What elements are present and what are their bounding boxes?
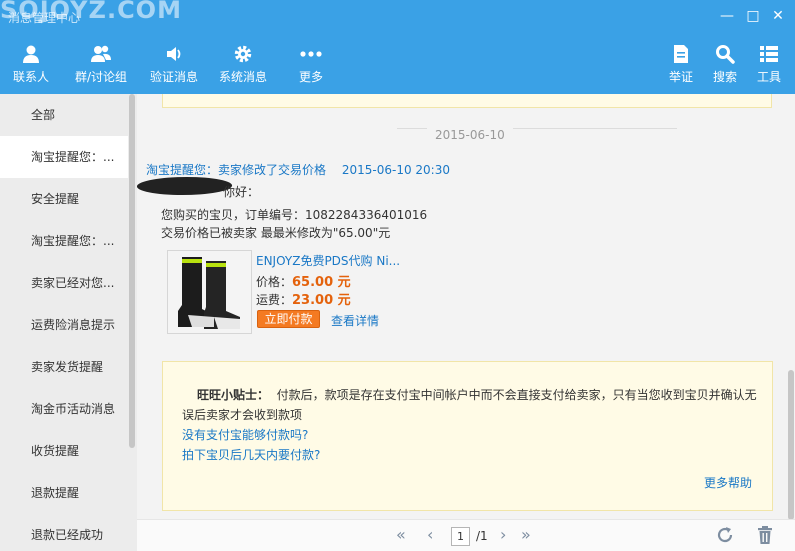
date-label: 2015-06-10 <box>427 128 513 142</box>
toolbar-report[interactable]: 举证 <box>663 34 699 94</box>
contact-icon <box>23 45 39 63</box>
prev-page-icon[interactable]: ‹ <box>427 526 433 544</box>
tools-icon <box>760 46 778 62</box>
toolbar-system[interactable]: 系统消息 <box>214 34 272 94</box>
message-category-sidebar: 全部 淘宝提醒您：... 安全提醒 淘宝提醒您：... 卖家已经对您... 运费… <box>0 94 137 551</box>
toolbar-label: 验证消息 <box>149 70 198 84</box>
sidebar-item-all[interactable]: 全部 <box>0 94 128 136</box>
main-toolbar: 联系人 群/讨论组 验证消息 系统消息 更多 举证 搜索 工具 <box>0 34 795 94</box>
order-number-text: 您购买的宝贝，订单编号：1082284336401016 <box>161 208 428 222</box>
sidebar-item-coins[interactable]: 淘金币活动消息 <box>0 388 128 430</box>
pagination-bar: « ‹ 1 /1 › » <box>137 519 795 551</box>
toolbar-tools[interactable]: 工具 <box>751 34 787 94</box>
message-panel: 2015-06-10 淘宝提醒您：卖家修改了交易价格 2015-06-10 20… <box>137 94 795 519</box>
speaker-icon <box>167 47 181 61</box>
sidebar-item-receipt[interactable]: 收货提醒 <box>0 430 128 472</box>
gear-icon <box>234 45 252 63</box>
toolbar-label: 搜索 <box>712 70 737 84</box>
tip-body: 付款后，款项是存在支付宝中间帐户中而不会直接支付给卖家，只有当您收到宝贝并确认无… <box>182 388 757 422</box>
previous-tip-box <box>162 94 772 108</box>
more-help-link[interactable]: 更多帮助 <box>704 474 752 491</box>
shipping-label: 运费： <box>256 293 293 307</box>
title-bar: 消息管理中心 SOJOYZ.COM — □ ✕ <box>0 0 795 34</box>
minimize-button[interactable]: — <box>718 8 736 24</box>
pay-now-button[interactable]: 立即付款 <box>257 310 320 328</box>
first-page-icon[interactable]: « <box>396 526 406 544</box>
last-page-icon[interactable]: » <box>521 526 531 544</box>
close-button[interactable]: ✕ <box>769 8 787 24</box>
sidebar-scrollbar[interactable] <box>129 94 135 448</box>
toolbar-verify[interactable]: 验证消息 <box>145 34 203 94</box>
view-details-link[interactable]: 查看详情 <box>331 312 379 329</box>
shipping-value: 23.00 元 <box>292 293 351 308</box>
toolbar-label: 举证 <box>668 70 693 84</box>
report-icon <box>674 45 688 63</box>
tip-text: 旺旺小贴士： 付款后，款项是存在支付宝中间帐户中而不会直接支付给卖家，只有当您收… <box>182 385 762 425</box>
sidebar-item-security[interactable]: 安全提醒 <box>0 178 128 220</box>
tip-title: 旺旺小贴士： <box>197 388 270 402</box>
search-icon <box>716 45 735 64</box>
message-title-link[interactable]: 淘宝提醒您：卖家修改了交易价格 <box>146 163 326 177</box>
product-thumbnail[interactable] <box>167 250 252 334</box>
sidebar-item-seller[interactable]: 卖家已经对您... <box>0 262 128 304</box>
message-time: 2015-06-10 20:30 <box>341 163 450 177</box>
sidebar-item-seller-shipped[interactable]: 卖家发货提醒 <box>0 346 128 388</box>
sidebar-item-taobao-reminder[interactable]: 淘宝提醒您：... <box>0 136 128 178</box>
toolbar-label: 系统消息 <box>218 70 267 84</box>
toolbar-label: 工具 <box>756 70 781 84</box>
page-total: /1 <box>476 529 488 543</box>
group-icon <box>91 45 111 62</box>
wangwang-tip-box: 旺旺小贴士： 付款后，款项是存在支付宝中间帐户中而不会直接支付给卖家，只有当您收… <box>162 361 773 511</box>
message-scrollbar[interactable] <box>788 370 794 520</box>
toolbar-label: 联系人 <box>12 70 49 84</box>
socks-image <box>168 251 251 333</box>
toolbar-contacts[interactable]: 联系人 <box>4 34 58 94</box>
redacted-name <box>137 177 235 195</box>
watermark: SOJOYZ.COM <box>0 0 182 24</box>
price-label: 价格： <box>256 275 293 289</box>
greeting-text: 你好： <box>223 185 260 199</box>
toolbar-search[interactable]: 搜索 <box>707 34 743 94</box>
tip-link-no-alipay[interactable]: 没有支付宝能够付款吗? <box>182 426 308 443</box>
page-number-input[interactable]: 1 <box>451 527 470 546</box>
toolbar-groups[interactable]: 群/讨论组 <box>70 34 132 94</box>
message-header: 淘宝提醒您：卖家修改了交易价格 2015-06-10 20:30 <box>146 161 450 178</box>
product-shipping-row: 运费：23.00 元 <box>256 289 351 308</box>
toolbar-label: 更多 <box>298 70 323 84</box>
tip-link-payment-days[interactable]: 拍下宝贝后几天内要付款? <box>182 446 320 463</box>
toolbar-label: 群/讨论组 <box>74 70 128 84</box>
sidebar-item-shipping-insurance[interactable]: 运费险消息提示 <box>0 304 128 346</box>
refresh-icon[interactable] <box>715 525 735 545</box>
next-page-icon[interactable]: › <box>500 526 506 544</box>
restore-button[interactable]: □ <box>744 8 762 24</box>
price-change-text: 交易价格已被卖家 最最米修改为"65.00"元 <box>161 226 391 240</box>
price-value: 65.00 元 <box>292 275 351 290</box>
sidebar-item-refund-success[interactable]: 退款已经成功 <box>0 514 128 551</box>
product-name-link[interactable]: ENJOYZ免费PDS代购 Ni... <box>256 252 400 269</box>
sidebar-item-refund[interactable]: 退款提醒 <box>0 472 128 514</box>
toolbar-more[interactable]: 更多 <box>288 34 334 94</box>
product-price-row: 价格：65.00 元 <box>256 271 351 290</box>
sidebar-item-taobao-reminder-2[interactable]: 淘宝提醒您：... <box>0 220 128 262</box>
more-icon <box>300 51 322 57</box>
trash-icon[interactable] <box>756 525 774 545</box>
